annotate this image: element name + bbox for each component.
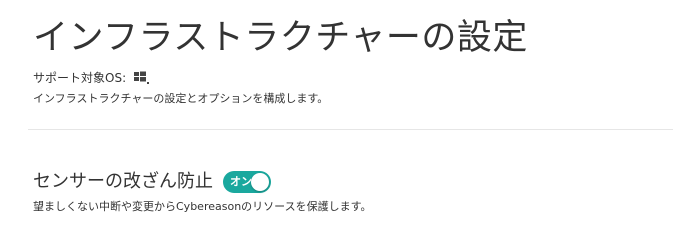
section-divider — [28, 129, 673, 130]
setting-sensor-tamper-protection: センサーの改ざん防止 オン — [33, 170, 271, 194]
windows-icon — [134, 71, 150, 85]
setting-description: 望ましくない中断や変更からCybereasonのリソースを保護します。 — [33, 200, 372, 213]
setting-label: センサーの改ざん防止 — [33, 171, 213, 192]
supported-os-label: サポート対象OS: — [33, 71, 127, 85]
toggle-knob — [251, 173, 269, 191]
infrastructure-settings-page: インフラストラクチャーの設定 サポート対象OS: インフラストラクチャーの設定と… — [0, 0, 685, 246]
supported-os-row: サポート対象OS: — [33, 70, 150, 86]
tamper-protection-toggle[interactable]: オン — [223, 171, 271, 193]
page-title: インフラストラクチャーの設定 — [33, 18, 528, 58]
toggle-state-label: オン — [230, 175, 252, 188]
page-description: インフラストラクチャーの設定とオプションを構成します。 — [33, 92, 329, 105]
